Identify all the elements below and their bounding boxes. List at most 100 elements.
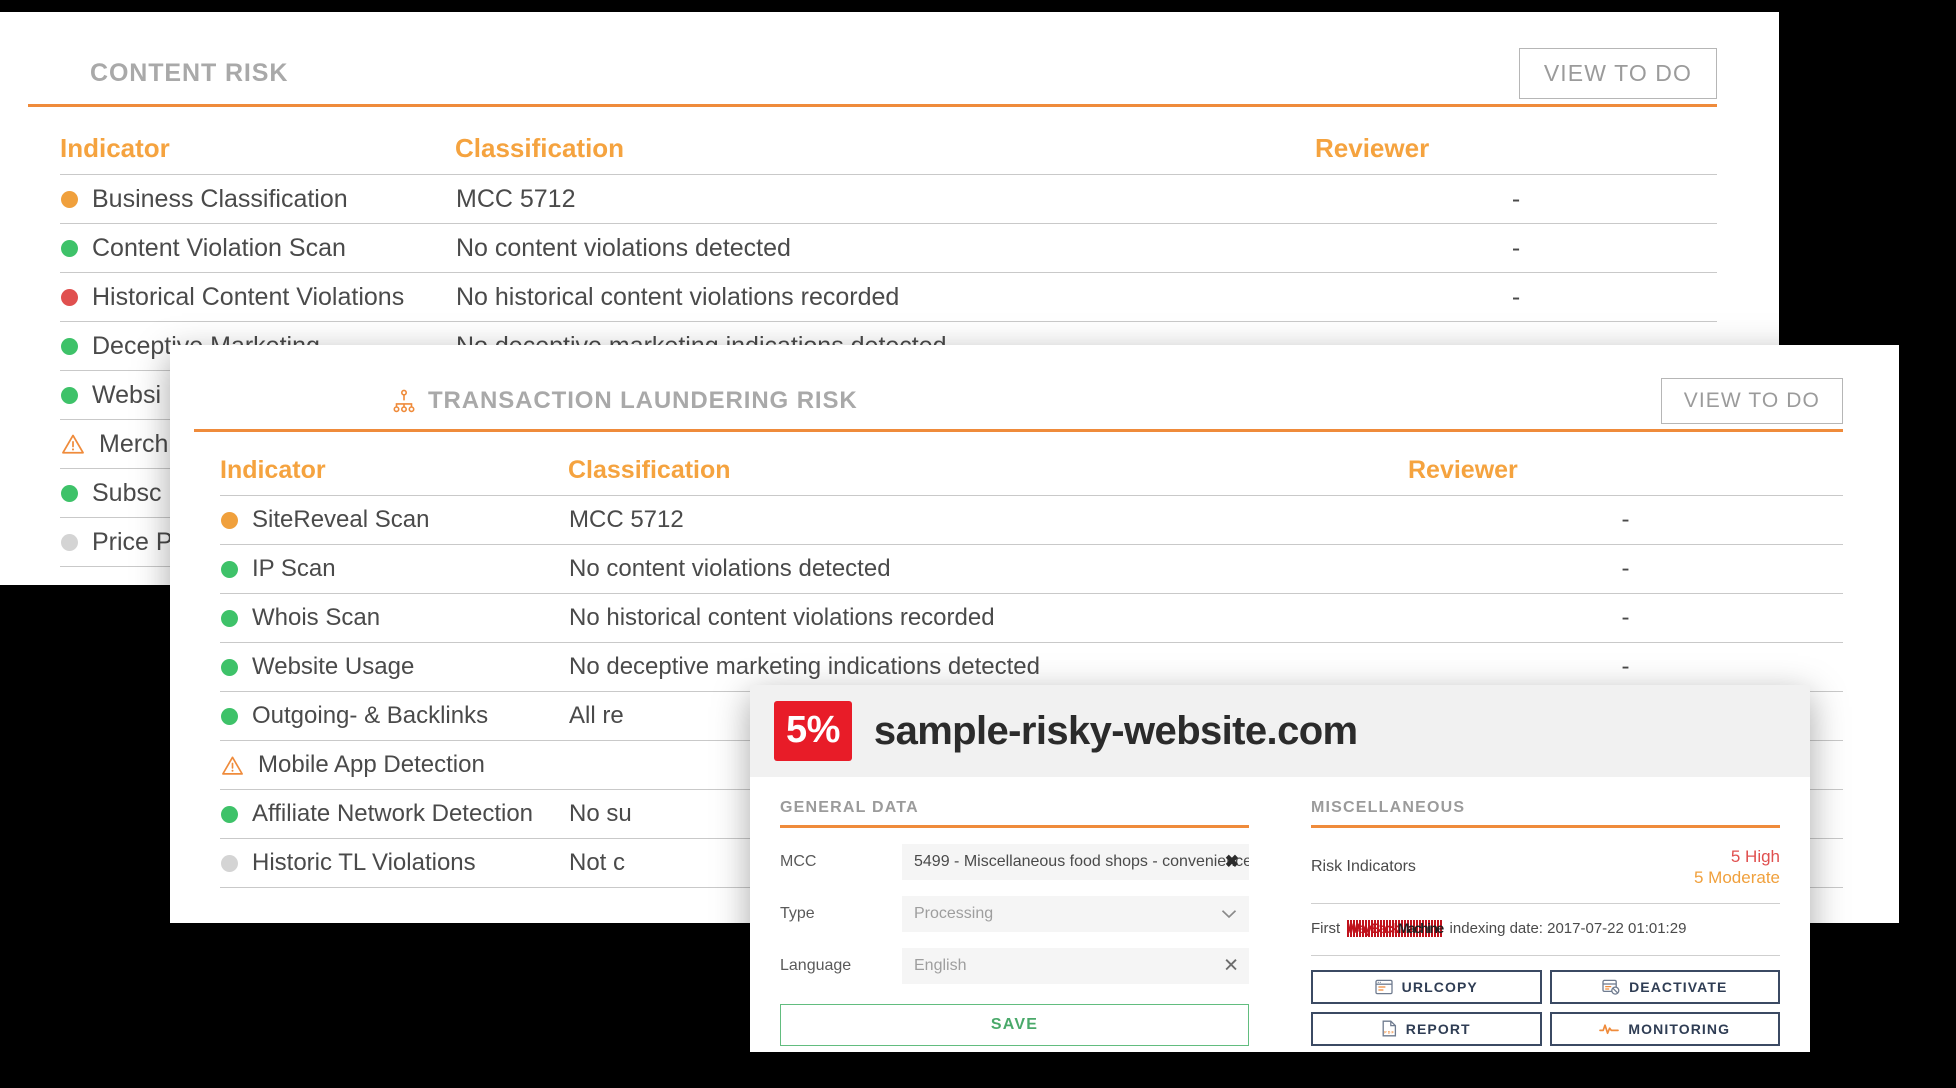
cell-classification: No content violations detected xyxy=(568,544,1408,594)
mcc-value: 5499 - Miscellaneous food shops - conven… xyxy=(914,853,1249,870)
cell-reviewer: - xyxy=(1408,593,1843,643)
indicator-label: SiteReveal Scan xyxy=(252,506,430,533)
content-risk-header: CONTENT RISK VIEW TO DO xyxy=(90,42,1717,104)
type-select[interactable]: Processing xyxy=(902,896,1249,932)
table-row[interactable]: SiteReveal Scan MCC 5712- xyxy=(220,495,1843,545)
content-risk-title: CONTENT RISK xyxy=(90,59,288,88)
risk-score-badge: 5% xyxy=(774,701,852,761)
status-dot-orange xyxy=(221,511,238,529)
cell-indicator: Website Usage xyxy=(220,642,568,692)
domain-action-buttons: URLCOPY DEACTIVATE PDF REPORT MONITORING xyxy=(1311,969,1780,1046)
indicator-label: Content Violation Scan xyxy=(92,233,346,262)
svg-text:PDF: PDF xyxy=(1384,1031,1395,1035)
tl-risk-view-todo-button[interactable]: VIEW TO DO xyxy=(1660,378,1843,424)
table-row[interactable]: Business Classification MCC 5712- xyxy=(60,174,1717,224)
content-risk-table-header-row: Indicator Classification Reviewer xyxy=(60,133,1717,175)
miscellaneous-section: MISCELLANEOUS Risk Indicators 5 High 5 M… xyxy=(1311,799,1780,1046)
urlcopy-button[interactable]: URLCOPY xyxy=(1311,969,1542,1004)
risk-high-count: 5 High xyxy=(1730,847,1780,866)
mcc-label: MCC xyxy=(780,853,817,870)
tl-risk-accent-rule xyxy=(194,429,1843,432)
cell-reviewer: - xyxy=(1408,544,1843,594)
status-dot-green xyxy=(61,239,78,257)
warning-triangle-icon xyxy=(61,432,85,456)
status-dot-green xyxy=(61,386,78,404)
pulse-line-icon xyxy=(1599,1022,1620,1036)
monitoring-button[interactable]: MONITORING xyxy=(1549,1011,1780,1046)
form-row-mcc: MCC 5499 - Miscellaneous food shops - co… xyxy=(780,844,1249,880)
domain-name-label: sample-risky-website.com xyxy=(873,708,1358,753)
tl-risk-header: TRANSACTION LAUNDERING RISK VIEW TO DO xyxy=(392,373,1843,429)
risk-moderate-count: 5 Moderate xyxy=(1694,868,1780,888)
cell-classification: No historical content violations recorde… xyxy=(455,272,1315,322)
clear-icon[interactable]: ✖ xyxy=(1225,852,1239,872)
cell-indicator: SiteReveal Scan xyxy=(220,495,568,545)
cell-classification: No content violations detected xyxy=(455,223,1315,273)
indicator-label: Outgoing- & Backlinks xyxy=(252,702,489,729)
status-dot-grey xyxy=(221,854,238,872)
cell-classification: No historical content violations recorde… xyxy=(568,593,1408,643)
report-button[interactable]: PDF REPORT xyxy=(1311,1011,1542,1046)
browser-window-icon xyxy=(1375,979,1393,995)
general-data-rule xyxy=(780,825,1249,828)
indicator-label: Whois Scan xyxy=(252,604,381,631)
risk-indicators-values: 5 High 5 Moderate xyxy=(1694,846,1780,889)
cell-indicator: Content Violation Scan xyxy=(60,223,455,273)
general-data-label: GENERAL DATA xyxy=(780,799,919,816)
table-row[interactable]: Historical Content Violations No historic… xyxy=(60,272,1717,322)
indicator-label: Merch xyxy=(99,429,169,458)
table-row[interactable]: IP Scan No content violations detected - xyxy=(220,544,1843,594)
wayback-prefix: First xyxy=(1311,919,1341,937)
mcc-input[interactable]: 5499 - Miscellaneous food shops - conven… xyxy=(902,844,1249,880)
status-dot-green xyxy=(61,484,78,502)
content-risk-title-text: CONTENT RISK xyxy=(90,58,289,87)
indicator-label: Websi xyxy=(92,380,162,409)
cell-reviewer: - xyxy=(1408,495,1843,545)
status-dot-green xyxy=(61,337,78,355)
column-header-reviewer: Reviewer xyxy=(1315,133,1430,163)
tl-risk-title: TRANSACTION LAUNDERING RISK xyxy=(392,387,858,415)
miscellaneous-label: MISCELLANEOUS xyxy=(1311,799,1466,816)
column-header-classification: Classification xyxy=(455,133,625,163)
content-risk-view-todo-button[interactable]: VIEW TO DO xyxy=(1518,47,1717,99)
table-row[interactable]: Whois Scan No historical content violatio… xyxy=(220,593,1843,643)
general-data-section: GENERAL DATA MCC 5499 - Miscellaneous fo… xyxy=(780,799,1249,1046)
cell-classification: MCC 5712 xyxy=(568,495,1408,545)
save-button[interactable]: SAVE xyxy=(780,1004,1249,1046)
monitoring-label: MONITORING xyxy=(1628,1020,1731,1037)
status-dot-green xyxy=(221,609,238,627)
browser-disable-icon xyxy=(1602,979,1620,995)
cell-reviewer: - xyxy=(1315,223,1717,273)
type-value: Processing xyxy=(914,905,994,922)
cell-indicator: Outgoing- & Backlinks xyxy=(220,691,568,741)
language-input[interactable]: English ✕ xyxy=(902,948,1249,984)
wayback-suffix: indexing date: 2017-07-22 01:01:29 xyxy=(1449,919,1687,937)
sitemap-icon xyxy=(392,389,416,413)
type-label: Type xyxy=(780,905,815,922)
table-row[interactable]: Content Violation Scan No content violati… xyxy=(60,223,1717,273)
clear-icon[interactable]: ✕ xyxy=(1223,955,1239,978)
form-row-language: Language English ✕ xyxy=(780,948,1249,984)
language-label: Language xyxy=(780,957,852,974)
risk-indicators-row: Risk Indicators 5 High 5 Moderate xyxy=(1311,828,1780,904)
cell-classification: MCC 5712 xyxy=(455,174,1315,224)
indicator-label: IP Scan xyxy=(252,555,336,582)
column-header-indicator: Indicator xyxy=(220,456,326,484)
indicator-label: Subsc xyxy=(92,478,162,507)
domain-card-header: 5% sample-risky-website.com xyxy=(750,685,1810,777)
deactivate-button[interactable]: DEACTIVATE xyxy=(1549,969,1780,1004)
chevron-down-icon xyxy=(1221,909,1237,919)
column-header-reviewer: Reviewer xyxy=(1408,456,1518,484)
pdf-document-icon: PDF xyxy=(1382,1020,1397,1037)
indicator-label: Historic TL Violations xyxy=(252,849,476,876)
cell-indicator: Affiliate Network Detection xyxy=(220,789,568,839)
indicator-label: Affiliate Network Detection xyxy=(252,800,534,827)
cell-indicator: IP Scan xyxy=(220,544,568,594)
wayback-machine-logo: WayBackMachine xyxy=(1347,919,1444,937)
status-dot-grey xyxy=(61,533,78,551)
tl-risk-table-header-row: Indicator Classification Reviewer xyxy=(220,456,1843,496)
status-dot-green xyxy=(221,805,238,823)
status-dot-orange xyxy=(61,190,78,208)
deactivate-label: DEACTIVATE xyxy=(1629,978,1728,995)
cell-reviewer: - xyxy=(1315,174,1717,224)
